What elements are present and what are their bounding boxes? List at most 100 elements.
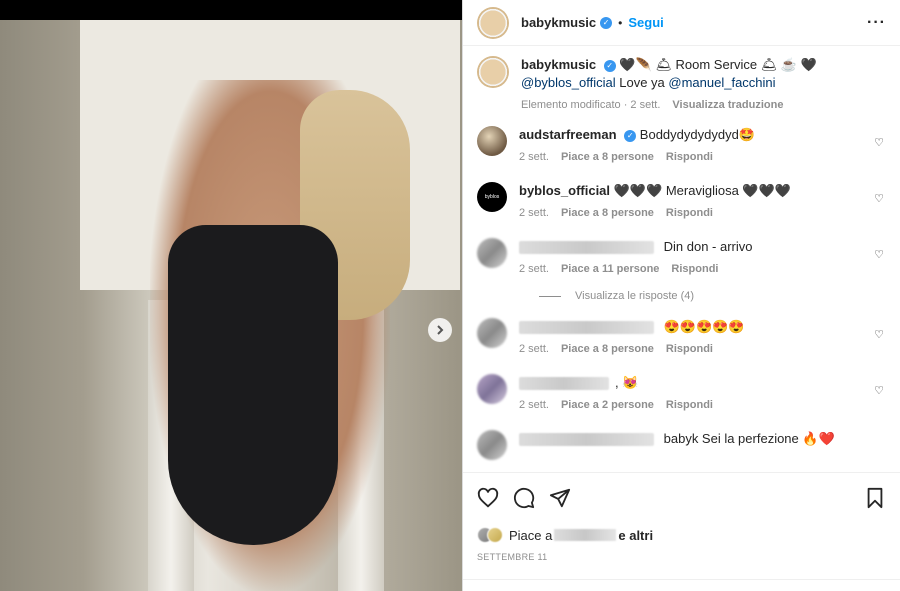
comment-body: , 😻 2 sett. Piace a 2 persone Rispondi (519, 374, 713, 414)
verified-badge-icon: ✓ (624, 129, 637, 142)
comment-meta: 2 sett. Piace a 8 persone Rispondi (519, 340, 745, 358)
comment-item: audstarfreeman ✓ Boddydydydydyd🤩 2 sett.… (477, 126, 886, 166)
comment-text: 😍😍😍😍😍 (663, 319, 745, 334)
view-replies-label: Visualizza le risposte (4) (575, 290, 695, 302)
blurred-username (519, 241, 654, 255)
view-replies-button[interactable]: Visualizza le risposte (4) (539, 290, 886, 302)
heart-icon[interactable]: ♡ (874, 192, 884, 205)
likes-prefix: Piace a (509, 527, 553, 543)
liker-avatars (477, 527, 503, 543)
reply-button[interactable]: Rispondi (666, 340, 713, 358)
chevron-right-icon (437, 325, 444, 335)
mention-link[interactable]: @byblos_official (521, 75, 616, 90)
mention-link[interactable]: @manuel_facchini (668, 75, 775, 90)
edited-label: Elemento modificato · 2 sett. (521, 99, 661, 111)
like-heart-icon[interactable] (477, 487, 499, 509)
reply-button[interactable]: Rispondi (666, 396, 713, 414)
post-image[interactable] (0, 20, 462, 591)
verified-badge-icon: ✓ (600, 16, 613, 29)
caption-meta: Elemento modificato · 2 sett. Visualizza… (521, 96, 817, 114)
commenter-avatar[interactable] (477, 318, 507, 348)
caption-body: babykmusic ✓ 🖤🪶 🛎 Room Service 🛎 ☕ 🖤 @by… (521, 56, 817, 114)
caption-line-2: @byblos_official Love ya @manuel_facchin… (521, 74, 817, 92)
comment-icon[interactable] (513, 487, 535, 509)
caption-username[interactable]: babykmusic (521, 57, 596, 72)
commenter-avatar[interactable]: byblos (477, 182, 507, 212)
commenter-avatar[interactable] (477, 430, 507, 460)
share-icon[interactable] (549, 487, 571, 509)
heart-icon[interactable]: ♡ (874, 136, 884, 149)
comment-time: 2 sett. (519, 343, 549, 355)
comment-meta: 2 sett. Piace a 8 persone Rispondi (519, 204, 791, 222)
comment-input-area (463, 579, 900, 591)
blurred-username (519, 433, 654, 447)
translate-link[interactable]: Visualizza traduzione (672, 96, 783, 114)
comment-body: 😍😍😍😍😍 2 sett. Piace a 8 persone Rispondi (519, 318, 745, 358)
comment-text: Boddydydydydyd🤩 (639, 127, 755, 142)
comment-time: 2 sett. (519, 151, 549, 163)
comment-text: 🖤🖤🖤 Meravigliosa 🖤🖤🖤 (613, 183, 791, 198)
action-bar (463, 472, 900, 522)
comment-likes[interactable]: Piace a 8 persone (561, 204, 654, 222)
caption-avatar[interactable] (477, 56, 509, 88)
post-header: babykmusic ✓ • Segui ··· (463, 0, 900, 46)
verified-badge-icon: ✓ (603, 59, 616, 72)
comment-meta: 2 sett. Piace a 8 persone Rispondi (519, 148, 755, 166)
comment-body: Din don - arrivo 2 sett. Piace a 11 pers… (519, 238, 753, 278)
comment-likes[interactable]: Piace a 8 persone (561, 148, 654, 166)
comment-line: 😍😍😍😍😍 (519, 318, 745, 336)
commenter-avatar[interactable] (477, 126, 507, 156)
heart-icon[interactable]: ♡ (874, 248, 884, 261)
swimsuit (168, 225, 338, 545)
comment-item: , 😻 2 sett. Piace a 2 persone Rispondi ♡ (477, 374, 886, 414)
comment-line: babyk Sei la perfezione 🔥❤️ (519, 430, 835, 448)
likes-suffix[interactable]: e altri (618, 528, 653, 543)
comment-item: babyk Sei la perfezione 🔥❤️ (477, 430, 886, 460)
comment-time: 2 sett. (519, 399, 549, 411)
comment-line: audstarfreeman ✓ Boddydydydydyd🤩 (519, 126, 755, 144)
comment-text: Din don - arrivo (663, 239, 753, 254)
comment-item: Din don - arrivo 2 sett. Piace a 11 pers… (477, 238, 886, 278)
post-caption: babykmusic ✓ 🖤🪶 🛎 Room Service 🛎 ☕ 🖤 @by… (477, 56, 886, 114)
comments-list[interactable]: babykmusic ✓ 🖤🪶 🛎 Room Service 🛎 ☕ 🖤 @by… (463, 46, 900, 472)
follow-button[interactable]: Segui (628, 15, 663, 30)
comment-time: 2 sett. (519, 207, 549, 219)
comment-text: babyk Sei la perfezione 🔥❤️ (663, 431, 835, 446)
comment-line: Din don - arrivo (519, 238, 753, 256)
comment-meta: 2 sett. Piace a 2 persone Rispondi (519, 396, 713, 414)
caption-text: 🖤🪶 🛎 Room Service 🛎 ☕ 🖤 (619, 57, 817, 72)
commenter-avatar[interactable] (477, 374, 507, 404)
more-options-icon[interactable]: ··· (867, 14, 886, 32)
post-date: SETTEMBRE 11 (477, 552, 548, 562)
comment-likes[interactable]: Piace a 8 persone (561, 340, 654, 358)
bookmark-icon[interactable] (864, 487, 886, 509)
header-username[interactable]: babykmusic (521, 15, 596, 30)
next-image-button[interactable] (428, 318, 452, 342)
commenter-avatar[interactable] (477, 238, 507, 268)
profile-avatar[interactable] (477, 6, 509, 39)
likes-summary[interactable]: Piace a e altri (463, 522, 900, 548)
liker-avatar (487, 527, 503, 543)
reply-button[interactable]: Rispondi (666, 204, 713, 222)
post-side-panel: babykmusic ✓ • Segui ··· babykmusic ✓ 🖤🪶… (462, 0, 900, 591)
heart-icon[interactable]: ♡ (874, 328, 884, 341)
comment-username[interactable]: byblos_official (519, 183, 610, 198)
comment-likes[interactable]: Piace a 11 persone (561, 260, 659, 278)
comment-meta: 2 sett. Piace a 11 persone Rispondi (519, 260, 753, 278)
caption-mid-text: Love ya (615, 75, 669, 90)
heart-icon[interactable]: ♡ (874, 384, 884, 397)
comment-item: 😍😍😍😍😍 2 sett. Piace a 8 persone Rispondi… (477, 318, 886, 358)
blurred-username (519, 321, 654, 335)
separator: • (618, 15, 623, 30)
comment-time: 2 sett. (519, 263, 549, 275)
caption-line-1: babykmusic ✓ 🖤🪶 🛎 Room Service 🛎 ☕ 🖤 (521, 56, 817, 74)
replies-line (539, 295, 561, 297)
comment-text: , 😻 (615, 375, 639, 390)
reply-button[interactable]: Rispondi (671, 260, 718, 278)
comment-likes[interactable]: Piace a 2 persone (561, 396, 654, 414)
reply-button[interactable]: Rispondi (666, 148, 713, 166)
comment-username[interactable]: audstarfreeman (519, 127, 617, 142)
comment-item: byblos byblos_official 🖤🖤🖤 Meravigliosa … (477, 182, 886, 222)
comment-body: audstarfreeman ✓ Boddydydydydyd🤩 2 sett.… (519, 126, 755, 166)
comment-line: , 😻 (519, 374, 713, 392)
